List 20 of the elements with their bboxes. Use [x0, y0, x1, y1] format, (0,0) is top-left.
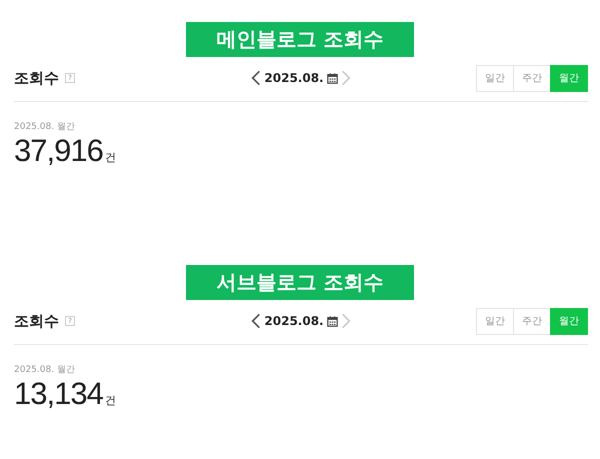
view-count: 13,134 — [14, 376, 103, 412]
section-banner: 서브블로그 조회수 — [186, 265, 414, 300]
period-label: 2025.08. — [264, 314, 324, 328]
count-unit: 건 — [104, 150, 116, 165]
period-tab[interactable]: 월간 — [550, 308, 588, 334]
view-count: 37,916 — [14, 133, 103, 169]
calendar-icon[interactable] — [326, 72, 338, 84]
period-tab[interactable]: 주간 — [513, 308, 551, 334]
count-unit: 건 — [104, 393, 116, 408]
period-caption: 2025.08. 월간 — [14, 364, 76, 376]
period-tab[interactable]: 주간 — [513, 64, 551, 92]
section-banner: 메인블로그 조회수 — [186, 22, 414, 57]
period-caption: 2025.08. 월간 — [14, 121, 76, 133]
stat-title: 조회수 — [14, 312, 59, 330]
period-tab[interactable]: 일간 — [476, 308, 514, 334]
calendar-icon[interactable] — [326, 316, 338, 326]
period-label: 2025.08. — [264, 71, 324, 85]
period-tab[interactable]: 일간 — [476, 64, 514, 92]
period-tab[interactable]: 월간 — [550, 64, 588, 92]
stat-title: 조회수 — [14, 68, 59, 88]
